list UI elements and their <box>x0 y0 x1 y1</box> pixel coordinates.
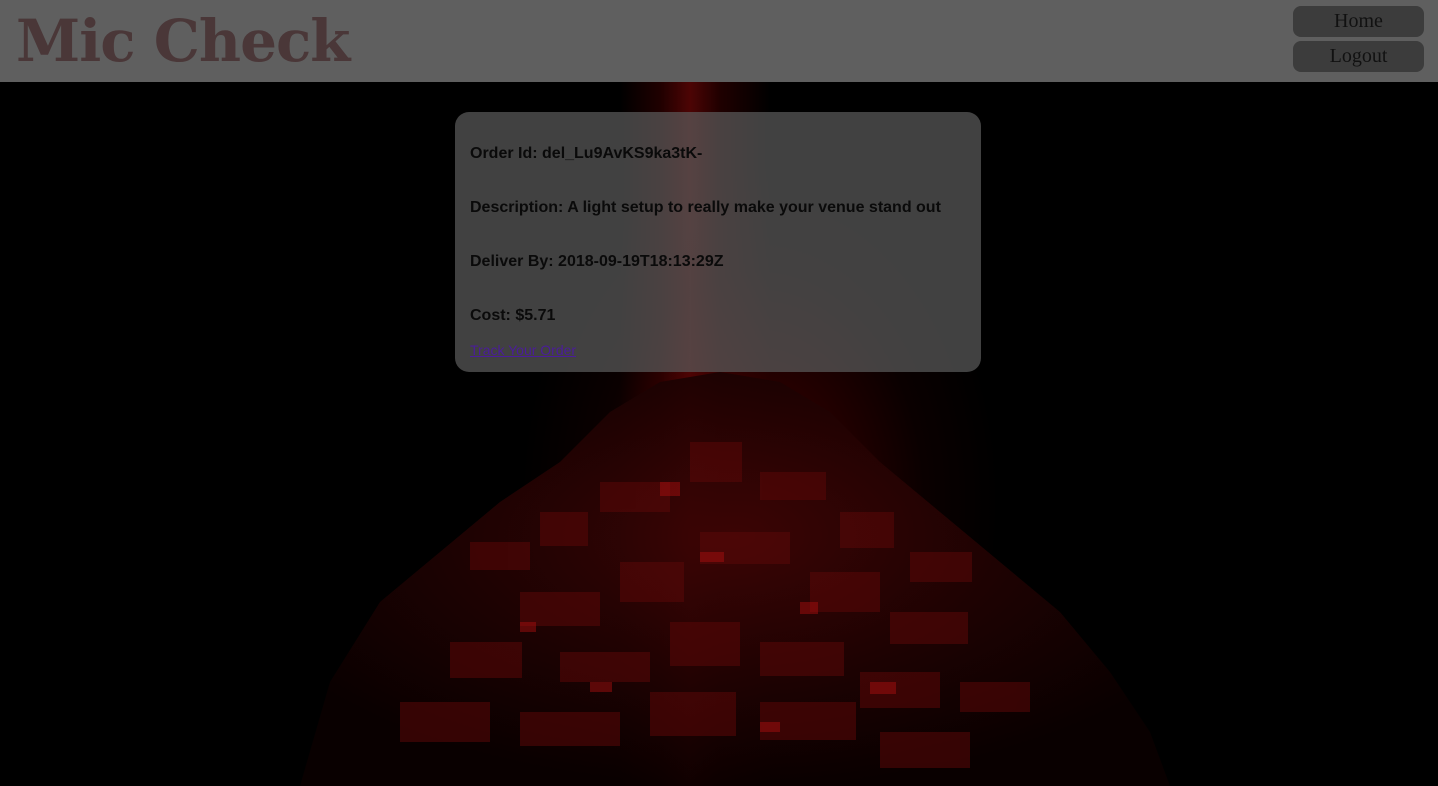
order-details-card: Order Id: del_Lu9AvKS9ka3tK- Description… <box>455 112 981 372</box>
order-description-line: Description: A light setup to really mak… <box>470 199 941 217</box>
order-id-label: Order Id: <box>470 145 538 162</box>
order-description-label: Description: <box>470 199 564 216</box>
order-cost-line: Cost: $5.71 <box>470 307 555 325</box>
top-header-bar: Mic Check Home Logout <box>0 0 1438 82</box>
logout-button[interactable]: Logout <box>1293 41 1424 72</box>
order-id-line: Order Id: del_Lu9AvKS9ka3tK- <box>470 145 702 163</box>
order-id-value: del_Lu9AvKS9ka3tK- <box>542 145 703 162</box>
order-deliver-by-label: Deliver By: <box>470 253 554 270</box>
site-title: Mic Check <box>16 7 350 75</box>
order-deliver-by-value: 2018-09-19T18:13:29Z <box>558 253 724 270</box>
home-button[interactable]: Home <box>1293 6 1424 37</box>
page: Mic Check Home Logout Order Id: del_Lu9A… <box>0 0 1438 786</box>
order-cost-value: $5.71 <box>515 307 556 324</box>
order-description-value: A light setup to really make your venue … <box>567 199 941 216</box>
track-your-order-link[interactable]: Track Your Order <box>470 342 576 358</box>
order-cost-label: Cost: <box>470 307 511 324</box>
order-deliver-by-line: Deliver By: 2018-09-19T18:13:29Z <box>470 253 723 271</box>
